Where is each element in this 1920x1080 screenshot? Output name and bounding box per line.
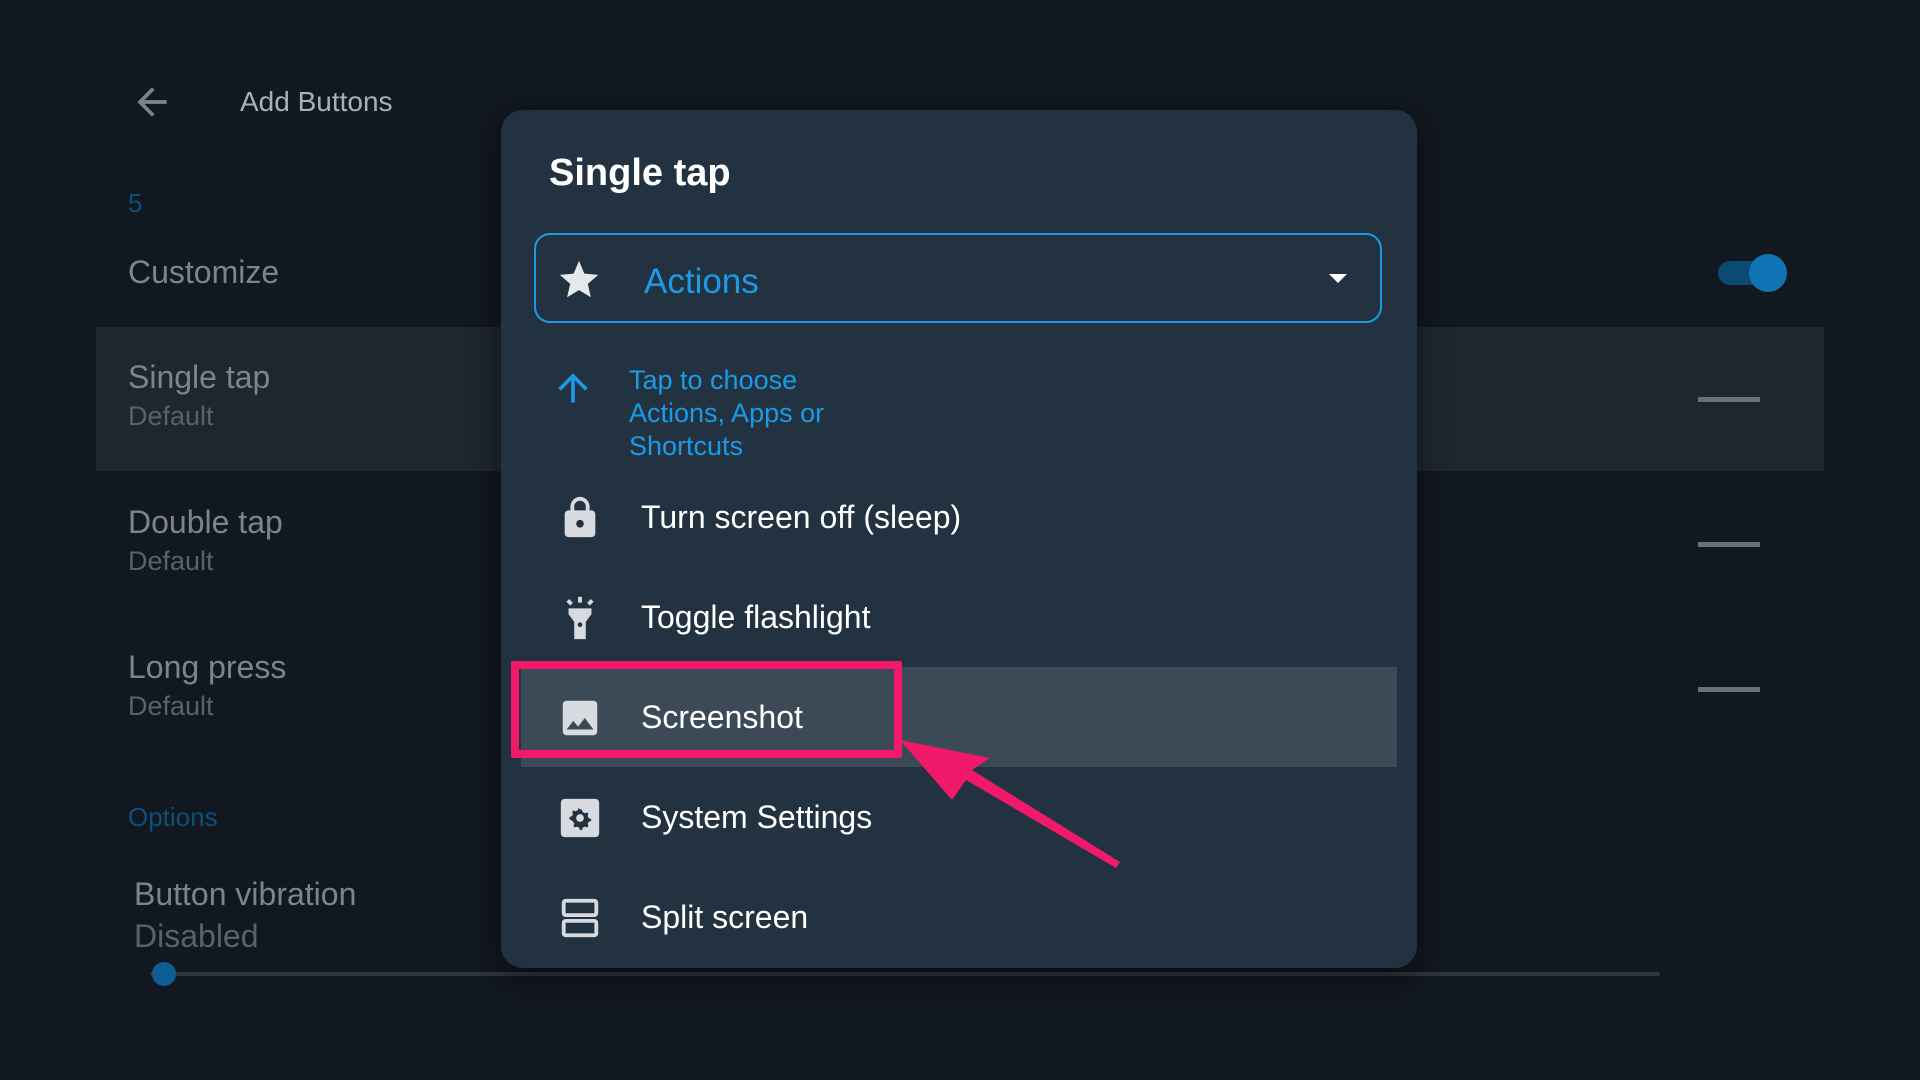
highlight-annotation-box xyxy=(511,661,902,758)
row-subtitle: Default xyxy=(128,691,214,721)
action-item-split-screen[interactable]: Split screen xyxy=(521,867,1397,967)
row-title: Single tap xyxy=(128,359,271,395)
item-label: Split screen xyxy=(641,899,809,935)
options-section-label: Options xyxy=(128,802,218,832)
drag-handle-icon xyxy=(1698,542,1760,547)
chevron-down-icon xyxy=(1329,274,1347,283)
item-label: Toggle flashlight xyxy=(641,599,871,635)
row-title: Long press xyxy=(128,649,287,685)
slider-track xyxy=(150,972,1660,976)
screen-title: Add Buttons xyxy=(240,86,393,117)
button-count: 5 xyxy=(128,188,143,218)
hint-line: Shortcuts xyxy=(629,431,744,461)
action-item-toggle-flashlight[interactable]: Toggle flashlight xyxy=(521,567,1397,667)
annotation-arrow-icon xyxy=(900,740,1120,868)
flashlight-icon xyxy=(566,596,594,640)
vibration-value: Disabled xyxy=(134,918,259,954)
arrow-up-icon xyxy=(558,373,588,403)
dropdown-value: Actions xyxy=(644,262,759,301)
settings-gear-icon xyxy=(560,798,600,838)
toggle-thumb xyxy=(1749,254,1787,292)
drag-handle-icon xyxy=(1698,397,1760,402)
action-item-turn-screen-off[interactable]: Turn screen off (sleep) xyxy=(521,467,1397,567)
back-arrow-icon[interactable] xyxy=(130,80,174,124)
lock-icon xyxy=(564,496,596,538)
hint-line: Actions, Apps or xyxy=(629,398,825,428)
star-icon xyxy=(559,260,599,298)
dropdown-hint: Tap to choose Actions, Apps or Shortcuts xyxy=(629,364,929,463)
category-dropdown[interactable]: Actions xyxy=(534,233,1382,323)
split-screen-icon xyxy=(561,898,599,938)
vibration-title: Button vibration xyxy=(134,876,357,912)
row-subtitle: Default xyxy=(128,546,214,576)
customize-label: Customize xyxy=(128,254,280,290)
slider-thumb[interactable] xyxy=(152,962,176,986)
item-label: Turn screen off (sleep) xyxy=(641,499,962,535)
customize-toggle[interactable] xyxy=(1718,254,1787,292)
drag-handle-icon xyxy=(1698,687,1760,692)
row-title: Double tap xyxy=(128,504,283,540)
dialog-title: Single tap xyxy=(549,152,731,194)
item-label: System Settings xyxy=(641,799,873,835)
row-subtitle: Default xyxy=(128,401,214,431)
hint-line: Tap to choose xyxy=(629,365,798,395)
